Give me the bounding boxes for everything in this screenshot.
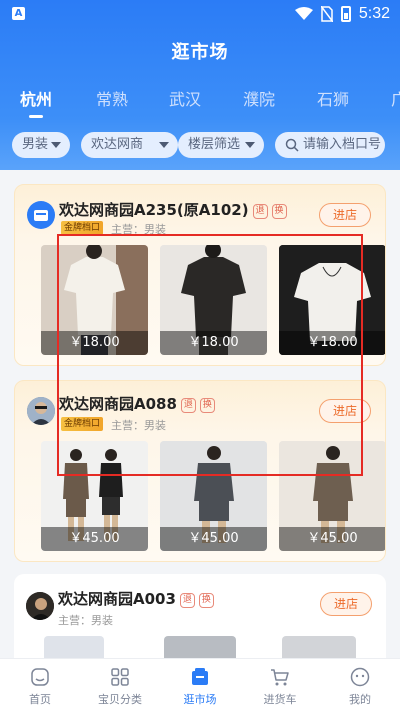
nav-categories-label: 宝贝分类 [98,693,142,706]
shop-name-row: 欢达网商园A088 退换 [59,393,215,414]
product-price: ￥18.00 [160,331,267,355]
tab-hangzhou[interactable]: 杭州 [20,88,52,118]
product-thumb[interactable] [164,636,236,658]
city-tabs: 杭州 常熟 武汉 濮院 石狮 广 [0,88,400,118]
product-card[interactable]: ￥45.00 [279,441,385,551]
shop-name-row: 欢达网商园A003 退换 [58,588,214,609]
main-category: 主营：男装 [58,614,113,627]
status-icons: 5:32 [294,4,390,24]
shop-card[interactable]: 欢达网商园A088 退换 金牌档口 主营：男装 进店 ￥45.00 ￥45.00… [14,380,386,562]
avatar-photo [27,397,55,425]
enter-shop-button[interactable]: 进店 [320,592,372,616]
cart-icon [271,669,289,686]
product-thumb[interactable] [44,636,104,658]
main-category: 主营：男装 [111,419,166,432]
filter-bar: 男装 欢达网商 楼层筛选 请输入档口号 [12,132,392,158]
product-price: ￥45.00 [41,527,148,551]
shop-name: 欢达网商园A088 [59,395,177,413]
header: A 5:32 逛市场 杭州 常熟 武汉 濮院 石狮 广 男装 欢达网商 楼层筛选… [0,0,400,170]
product-price: ￥45.00 [279,527,385,551]
tab-wuhan[interactable]: 武汉 [169,88,201,112]
stall-search-input[interactable]: 请输入档口号 [275,132,385,158]
exchange-tag: 换 [199,398,215,413]
grid-icon [111,668,129,686]
return-tag: 退 [179,593,195,608]
product-thumb[interactable] [282,636,356,658]
product-price: ￥18.00 [279,331,385,355]
page-title: 逛市场 [171,42,229,63]
shop-card[interactable]: 欢达网商园A235(原A102)退换 金牌档口 主营：男装 进店 ￥18.00 [14,184,386,366]
nav-profile[interactable]: 我的 [320,659,400,712]
return-tag: 退 [180,398,196,413]
main-category: 主营：男装 [111,223,166,236]
nav-market[interactable]: 逛市场 [160,659,240,712]
wifi-icon [294,7,313,20]
shop-name: 欢达网商园A235(原A102) [59,201,249,219]
dropdown-arrow-icon [245,142,255,148]
product-row: ￥18.00 ￥18.00 ￥18.00 [27,245,385,355]
profile-icon [350,667,370,687]
gold-stall-badge: 金牌档口 [61,417,104,431]
bottom-nav: 首页 宝贝分类 逛市场 进货车 我的 [0,658,400,712]
shop-card[interactable]: 欢达网商园A003 退换 主营：男装 进店 [14,574,386,658]
search-icon [285,138,299,152]
gender-filter[interactable]: 男装 [12,132,70,158]
enter-shop-button[interactable]: 进店 [319,399,371,423]
market-filter[interactable]: 欢达网商 [81,132,178,158]
store-icon [34,210,48,221]
nav-categories[interactable]: 宝贝分类 [80,659,160,712]
dropdown-arrow-icon [159,142,169,148]
nav-home-label: 首页 [29,693,51,706]
shop-avatar [27,397,55,425]
tab-shishi[interactable]: 石狮 [317,88,349,112]
tab-puyuan[interactable]: 濮院 [243,88,275,112]
avatar-photo [26,592,54,620]
product-card[interactable]: ￥18.00 [279,245,385,355]
floor-filter[interactable]: 楼层筛选 [178,132,264,158]
tab-changshu[interactable]: 常熟 [96,88,128,112]
nav-cart-label: 进货车 [263,693,297,706]
return-tag: 退 [252,204,268,219]
nav-market-label: 逛市场 [183,693,217,706]
product-row: ￥45.00 ￥45.00 ￥45.00 [27,441,385,551]
no-sim-icon [320,6,333,22]
exchange-tag: 换 [198,593,214,608]
product-price: ￥18.00 [41,331,148,355]
gender-filter-label: 男装 [22,137,49,152]
market-icon [192,668,208,685]
search-placeholder: 请输入档口号 [303,137,382,152]
nav-cart[interactable]: 进货车 [240,659,320,712]
market-filter-label: 欢达网商 [91,137,144,152]
status-bar: A 5:32 [0,0,400,28]
enter-shop-button[interactable]: 进店 [319,203,371,227]
app-notification-icon: A [12,7,25,20]
battery-icon [340,6,351,22]
exchange-tag: 换 [271,204,287,219]
floor-filter-label: 楼层筛选 [188,137,241,152]
product-card[interactable]: ￥45.00 [41,441,148,551]
product-card[interactable]: ￥45.00 [160,441,267,551]
product-card[interactable]: ￥18.00 [41,245,148,355]
shop-name-row: 欢达网商园A235(原A102) 退换 [59,199,287,220]
shop-avatar [27,201,55,229]
tab-guang[interactable]: 广 [391,88,400,112]
status-time: 5:32 [358,5,390,22]
nav-profile-label: 我的 [349,693,371,706]
dropdown-arrow-icon [51,142,61,148]
shop-name: 欢达网商园A003 [58,590,176,608]
product-price: ￥45.00 [160,527,267,551]
home-icon [31,668,49,686]
product-card[interactable]: ￥18.00 [160,245,267,355]
shop-list[interactable]: 欢达网商园A235(原A102)退换 金牌档口 主营：男装 进店 ￥18.00 [0,170,400,658]
gold-stall-badge: 金牌档口 [61,221,104,235]
nav-home[interactable]: 首页 [0,659,80,712]
shop-avatar [26,592,54,620]
